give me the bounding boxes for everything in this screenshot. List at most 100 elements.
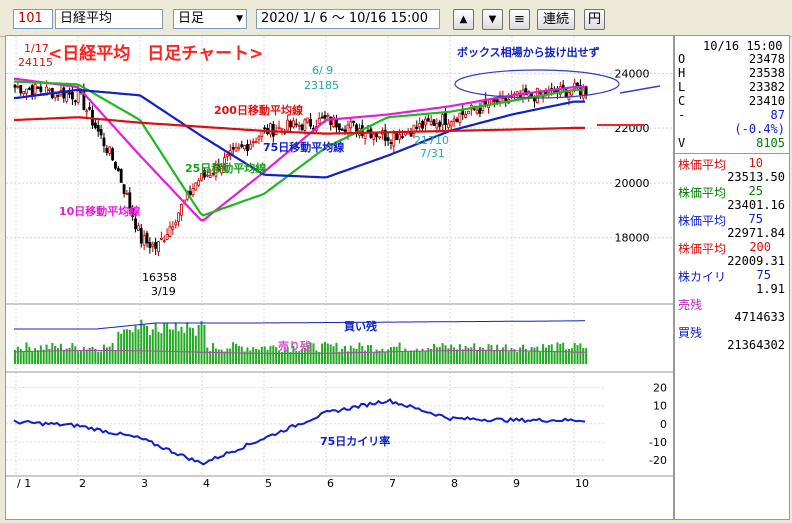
candle-body <box>424 118 427 126</box>
candle-body <box>449 121 453 127</box>
candle-body <box>137 225 140 231</box>
volume-bar <box>134 325 137 364</box>
continuous-button[interactable]: 連続 <box>537 9 575 30</box>
buy-remaining-value: 21364302 <box>727 338 785 352</box>
volume-bar <box>25 342 28 364</box>
candle-body <box>48 88 51 91</box>
candle-body <box>438 121 442 127</box>
buy-remaining-label: 買い残 <box>344 319 377 333</box>
chart-area[interactable]: 24000 22000 20000 18000 20 10 0 -10 -20/ 1234567… <box>5 35 674 520</box>
yen-button[interactable]: 円 <box>584 9 605 30</box>
ma10-label: 10日移動平均線 <box>59 204 140 218</box>
volume-bar <box>146 325 149 364</box>
volume-bar <box>544 347 547 364</box>
candle-body <box>157 241 160 253</box>
volume-bar <box>562 342 565 364</box>
volume-bar <box>42 349 45 364</box>
date-range-field[interactable]: 2020/ 1/ 6 ～ 10/16 15:00 <box>256 9 440 29</box>
candle-body <box>225 153 229 157</box>
volume-bar <box>183 332 186 364</box>
candle-body <box>337 123 341 130</box>
volume-bar <box>123 329 126 364</box>
ma75-pointer-line <box>619 85 661 94</box>
candle-body <box>154 242 158 249</box>
stock-name-field[interactable]: 日経平均 <box>55 9 163 29</box>
kairi-value: 1.91 <box>756 282 785 296</box>
candle-body <box>27 87 31 90</box>
candle-body <box>349 121 353 129</box>
volume-bar <box>148 335 151 364</box>
month-tick-label: 2 <box>79 477 86 490</box>
candle-body <box>329 116 333 126</box>
candle-body <box>33 83 37 95</box>
up-arrow-button[interactable]: ▲ <box>453 9 474 30</box>
candle-body <box>452 118 456 122</box>
month-tick-label: / 1 <box>17 477 31 490</box>
volume-bar <box>496 344 499 364</box>
volume-bar <box>91 346 94 364</box>
down-arrow-button[interactable]: ▼ <box>482 9 503 30</box>
volume-bar <box>16 346 19 364</box>
volume-bar <box>143 324 146 364</box>
low-label: L <box>678 80 686 94</box>
ma200-period: 200 <box>749 240 771 254</box>
chart-svg: 2400022000200001800020100-10-20/ 1234567… <box>6 36 673 490</box>
candle-body <box>22 91 26 95</box>
candle-body <box>119 169 123 183</box>
volume-bar <box>507 351 510 364</box>
candle-body <box>254 141 258 143</box>
ma10-value: 23513.50 <box>727 170 785 184</box>
candle-body <box>93 122 97 128</box>
candle-body <box>62 87 66 99</box>
stock-code-field[interactable]: 101 <box>13 9 53 29</box>
candle-body <box>125 193 129 195</box>
volume-bar <box>410 350 413 364</box>
candle-body <box>306 117 310 123</box>
candle-body <box>366 130 370 132</box>
volume-bar <box>214 348 217 364</box>
candle-body <box>39 86 43 92</box>
volume-bar <box>585 348 588 364</box>
volume-bar <box>567 348 570 364</box>
high-jun-value: 23185 <box>304 79 339 92</box>
candle-body <box>467 110 470 115</box>
volume-bar <box>200 321 203 364</box>
volume-bar <box>453 347 456 364</box>
menu-button[interactable]: ≡ <box>509 9 530 30</box>
volume-bar <box>186 322 189 364</box>
volume-bar <box>576 345 579 364</box>
volume-bar <box>206 347 209 364</box>
volume-bar <box>212 343 215 364</box>
volume-bar <box>444 345 447 364</box>
volume-bar <box>191 328 194 364</box>
candle-body <box>76 88 80 103</box>
candle-body <box>426 118 430 122</box>
volume-bar <box>120 333 123 364</box>
period-select[interactable]: 日足 ▼ <box>173 9 247 29</box>
buy-remaining-line <box>14 320 586 330</box>
candle-body <box>340 128 344 131</box>
kairi-tick-label: 10 <box>653 400 667 413</box>
volume-bar <box>272 345 275 364</box>
volume-bar <box>553 351 556 364</box>
volume-bar <box>398 342 401 364</box>
volume-bar <box>209 351 212 364</box>
candle-body <box>446 123 450 128</box>
volume-bar <box>223 351 226 364</box>
volume-bar <box>128 329 131 364</box>
kairi-period: 75 <box>756 268 771 282</box>
candle-body <box>343 129 347 132</box>
change-percent: (-0.4%) <box>734 122 785 136</box>
volume-bar <box>125 329 128 364</box>
candle-body <box>415 126 419 129</box>
candle-body <box>263 127 267 130</box>
ma200-label: 200日移動平均線 <box>214 103 303 117</box>
candle-body <box>584 86 588 95</box>
candle-body <box>375 133 379 138</box>
ma200-value: 22009.31 <box>727 254 785 268</box>
volume-bar <box>137 329 140 364</box>
volume-bar <box>418 350 421 364</box>
candle-body <box>180 203 183 216</box>
volume-bar <box>539 351 542 364</box>
change-value: 87 <box>770 108 785 122</box>
